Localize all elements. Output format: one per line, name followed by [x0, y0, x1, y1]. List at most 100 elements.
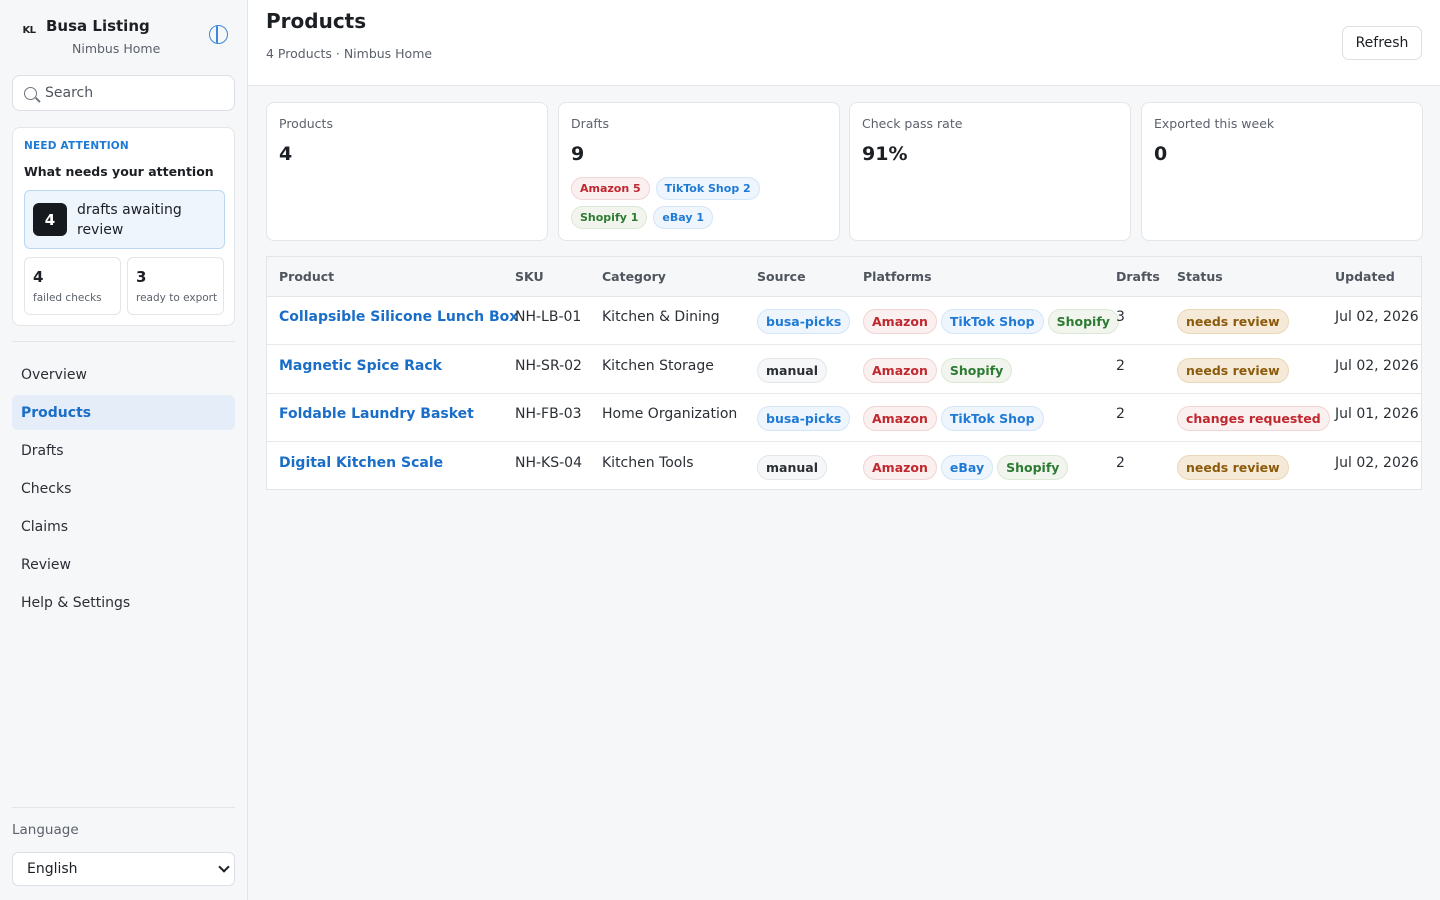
sidebar-item-products[interactable]: Products: [12, 395, 235, 430]
updated-date-cell: Jul 02, 2026: [1335, 309, 1419, 325]
ready-to-export-count: 3: [136, 268, 147, 286]
search-icon: [24, 87, 37, 100]
column-header-category[interactable]: Category: [602, 269, 666, 284]
status-badge: needs review: [1177, 454, 1289, 480]
language-value: English: [27, 861, 78, 877]
drafts-awaiting-label: drafts awaiting review: [77, 202, 182, 238]
language-select[interactable]: English: [12, 852, 235, 886]
platforms-cell: Amazon eBay Shopify: [863, 454, 1069, 480]
ready-to-export-card[interactable]: 3 ready to export: [127, 257, 224, 315]
source-cell: busa-picks: [757, 309, 851, 334]
stat-label: Drafts: [571, 116, 610, 131]
platform-badge-shopify: Shopify: [997, 454, 1069, 480]
updated-date-cell: Jul 01, 2026: [1335, 406, 1419, 422]
ready-to-export-label: ready to export: [136, 292, 218, 304]
platform-badge-shopify: Shopify: [1047, 309, 1119, 334]
table-row[interactable]: Collapsible Silicone Lunch Box NH-LB-01 Ki…: [267, 297, 1421, 345]
stat-card-check-pass-rate: Check pass rate 91%: [849, 102, 1131, 241]
column-header-status[interactable]: Status: [1177, 269, 1223, 284]
platform-badge-amazon: Amazon: [863, 357, 937, 383]
nav-divider: [12, 341, 235, 342]
stat-value: 4: [279, 143, 293, 165]
drafts-platform-chips: Amazon 5 TikTok Shop 2 Shopify 1 eBay 1: [571, 177, 826, 229]
platforms-cell: Amazon TikTok Shop Shopify: [863, 309, 1119, 334]
table-row[interactable]: Magnetic Spice Rack NH-SR-02 Kitchen Stora…: [267, 346, 1421, 394]
brand-workspace: Nimbus Home: [72, 41, 161, 56]
stat-value: 9: [571, 143, 585, 165]
search-input[interactable]: [45, 76, 231, 110]
sidebar-item-checks[interactable]: Checks: [12, 471, 235, 506]
table-header: Product SKU Category Source Platforms Dr…: [267, 257, 1421, 297]
sidebar-nav: Overview Products Drafts Checks Claims R…: [12, 357, 235, 623]
sidebar-item-drafts[interactable]: Drafts: [12, 433, 235, 468]
status-badge: changes requested: [1177, 406, 1330, 431]
page-title: Products: [266, 9, 367, 33]
column-header-sku[interactable]: SKU: [515, 269, 544, 284]
sidebar-item-help-settings[interactable]: Help & Settings: [12, 585, 235, 620]
drafts-awaiting-review-card[interactable]: 4 drafts awaiting review: [24, 190, 225, 249]
status-badge: needs review: [1177, 357, 1289, 383]
source-badge: manual: [757, 357, 827, 383]
product-name-link[interactable]: Foldable Laundry Basket: [279, 406, 474, 422]
table-row[interactable]: Digital Kitchen Scale NH-KS-04 Kitchen Too…: [267, 443, 1421, 491]
sidebar-toggle-icon[interactable]: [209, 25, 228, 44]
product-name-link[interactable]: Magnetic Spice Rack: [279, 358, 442, 374]
updated-date-cell: Jul 02, 2026: [1335, 454, 1419, 471]
column-header-drafts[interactable]: Drafts: [1116, 269, 1160, 284]
category-cell: Home Organization: [602, 406, 738, 422]
platform-badge-tiktok: TikTok Shop: [940, 406, 1044, 431]
drafts-count-cell: 3: [1116, 309, 1125, 325]
platform-chip-ebay: eBay 1: [653, 206, 713, 229]
sidebar-item-review[interactable]: Review: [12, 547, 235, 582]
category-cell: Kitchen Storage: [602, 357, 714, 374]
category-cell: Kitchen & Dining: [602, 309, 720, 325]
refresh-button[interactable]: Refresh: [1342, 26, 1422, 60]
sidebar-item-claims[interactable]: Claims: [12, 509, 235, 544]
platform-badge-amazon: Amazon: [863, 454, 937, 480]
platform-chip-amazon: Amazon 5: [571, 177, 650, 200]
drafts-count-cell: 2: [1116, 454, 1125, 471]
source-cell: busa-picks: [757, 406, 851, 431]
failed-checks-card[interactable]: 4 failed checks: [24, 257, 121, 315]
language-divider: [12, 807, 235, 808]
failed-checks-label: failed checks: [33, 292, 102, 304]
chevron-down-icon: [218, 861, 230, 873]
category-cell: Kitchen Tools: [602, 454, 694, 471]
stat-card-exported-this-week: Exported this week 0: [1141, 102, 1423, 241]
product-name-link[interactable]: Collapsible Silicone Lunch Box: [279, 309, 518, 325]
source-badge: busa-picks: [757, 309, 851, 334]
status-cell: needs review: [1177, 309, 1289, 334]
platform-chip-tiktok: TikTok Shop 2: [655, 177, 760, 200]
brand-logo: KL: [22, 24, 36, 36]
column-header-source[interactable]: Source: [757, 269, 806, 284]
sidebar: KL Busa Listing Nimbus Home NEED ATTENTI…: [0, 0, 248, 900]
brand-name: Busa Listing: [46, 17, 150, 35]
stat-label: Check pass rate: [862, 116, 963, 131]
platform-badge-amazon: Amazon: [863, 406, 937, 431]
product-name-link[interactable]: Digital Kitchen Scale: [279, 455, 443, 471]
sku-cell: NH-KS-04: [515, 454, 582, 471]
platform-chip-shopify: Shopify 1: [571, 206, 648, 229]
column-header-product[interactable]: Product: [279, 269, 334, 284]
attention-eyebrow: NEED ATTENTION: [24, 140, 129, 152]
platform-badge-tiktok: TikTok Shop: [940, 309, 1044, 334]
platform-badge-shopify: Shopify: [940, 357, 1013, 383]
platform-badge-amazon: Amazon: [863, 309, 937, 334]
column-header-updated[interactable]: Updated: [1335, 269, 1395, 284]
source-badge: busa-picks: [757, 406, 851, 431]
column-header-platforms[interactable]: Platforms: [863, 269, 932, 284]
products-table: Product SKU Category Source Platforms Dr…: [266, 256, 1422, 490]
drafts-awaiting-count: 4: [33, 203, 67, 236]
platforms-cell: Amazon TikTok Shop: [863, 406, 1044, 431]
stat-label: Exported this week: [1154, 116, 1275, 131]
page-subtitle: 4 Products · Nimbus Home: [266, 46, 433, 61]
attention-panel: NEED ATTENTION What needs your attention…: [12, 127, 235, 326]
source-cell: manual: [757, 454, 827, 480]
status-cell: changes requested: [1177, 406, 1330, 431]
stat-label: Products: [279, 116, 333, 131]
brand: KL Busa Listing Nimbus Home: [20, 16, 235, 60]
attention-title: What needs your attention: [24, 164, 214, 179]
sidebar-item-overview[interactable]: Overview: [12, 357, 235, 392]
sku-cell: NH-SR-02: [515, 357, 582, 374]
table-row[interactable]: Foldable Laundry Basket NH-FB-03 Home Orga…: [267, 394, 1421, 442]
